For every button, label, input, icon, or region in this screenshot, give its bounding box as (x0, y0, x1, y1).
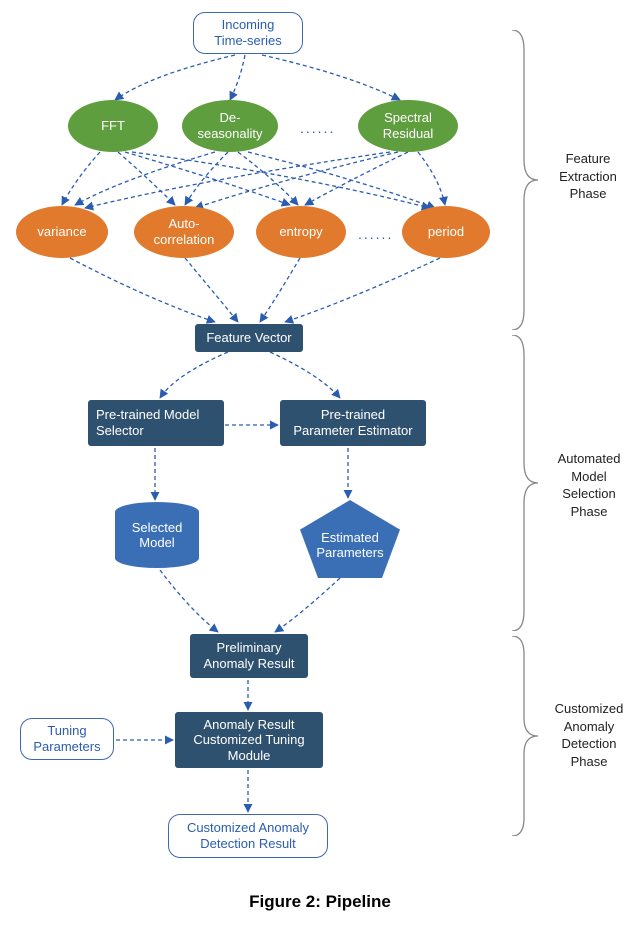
label: FFT (101, 118, 125, 134)
label: variance (37, 224, 86, 240)
figure-caption: Figure 2: Pipeline (0, 892, 640, 912)
label: Estimated Parameters (316, 530, 383, 560)
node-final-result: Customized Anomaly Detection Result (168, 814, 328, 858)
phase-label-3: Customized Anomaly Detection Phase (546, 700, 632, 770)
label: Preliminary Anomaly Result (203, 640, 294, 671)
node-autocorrelation: Auto- correlation (134, 206, 234, 258)
node-tuning-module: Anomaly Result Customized Tuning Module (175, 712, 323, 768)
label: De- seasonality (197, 110, 262, 141)
label: Spectral Residual (383, 110, 434, 141)
label: period (428, 224, 464, 240)
label: Tuning Parameters (33, 723, 100, 754)
ellipsis-row2: ...... (358, 226, 393, 242)
node-deseasonality: De- seasonality (182, 100, 278, 152)
label: Pre-trained Model Selector (96, 407, 199, 438)
brace-phase3 (510, 636, 540, 836)
node-selected-model: Selected Model (115, 502, 199, 568)
node-fft: FFT (68, 100, 158, 152)
node-estimated-params: Estimated Parameters (300, 500, 400, 578)
phase-label-2: Automated Model Selection Phase (546, 450, 632, 520)
brace-phase1 (510, 30, 540, 330)
node-period: period (402, 206, 490, 258)
label: Customized Anomaly Detection Phase (555, 701, 624, 769)
node-entropy: entropy (256, 206, 346, 258)
node-spectral-residual: Spectral Residual (358, 100, 458, 152)
node-model-selector: Pre-trained Model Selector (88, 400, 224, 446)
label: Feature Extraction Phase (559, 151, 617, 201)
brace-phase2 (510, 335, 540, 631)
node-tuning-parameters: Tuning Parameters (20, 718, 114, 760)
node-preliminary-result: Preliminary Anomaly Result (190, 634, 308, 678)
label: Pre-trained Parameter Estimator (293, 407, 412, 438)
node-incoming-timeseries: Incoming Time-series (193, 12, 303, 54)
label: Selected Model (132, 520, 183, 550)
label: Auto- correlation (154, 216, 215, 247)
node-variance: variance (16, 206, 108, 258)
phase-label-1: Feature Extraction Phase (548, 150, 628, 203)
label: Customized Anomaly Detection Result (187, 820, 309, 851)
node-feature-vector: Feature Vector (195, 324, 303, 352)
node-param-estimator: Pre-trained Parameter Estimator (280, 400, 426, 446)
ellipsis-row1: ...... (300, 120, 335, 136)
label: Incoming Time-series (214, 17, 281, 48)
label: Anomaly Result Customized Tuning Module (193, 717, 304, 764)
label: Automated Model Selection Phase (558, 451, 621, 519)
label: Feature Vector (206, 330, 291, 346)
label: entropy (279, 224, 322, 240)
